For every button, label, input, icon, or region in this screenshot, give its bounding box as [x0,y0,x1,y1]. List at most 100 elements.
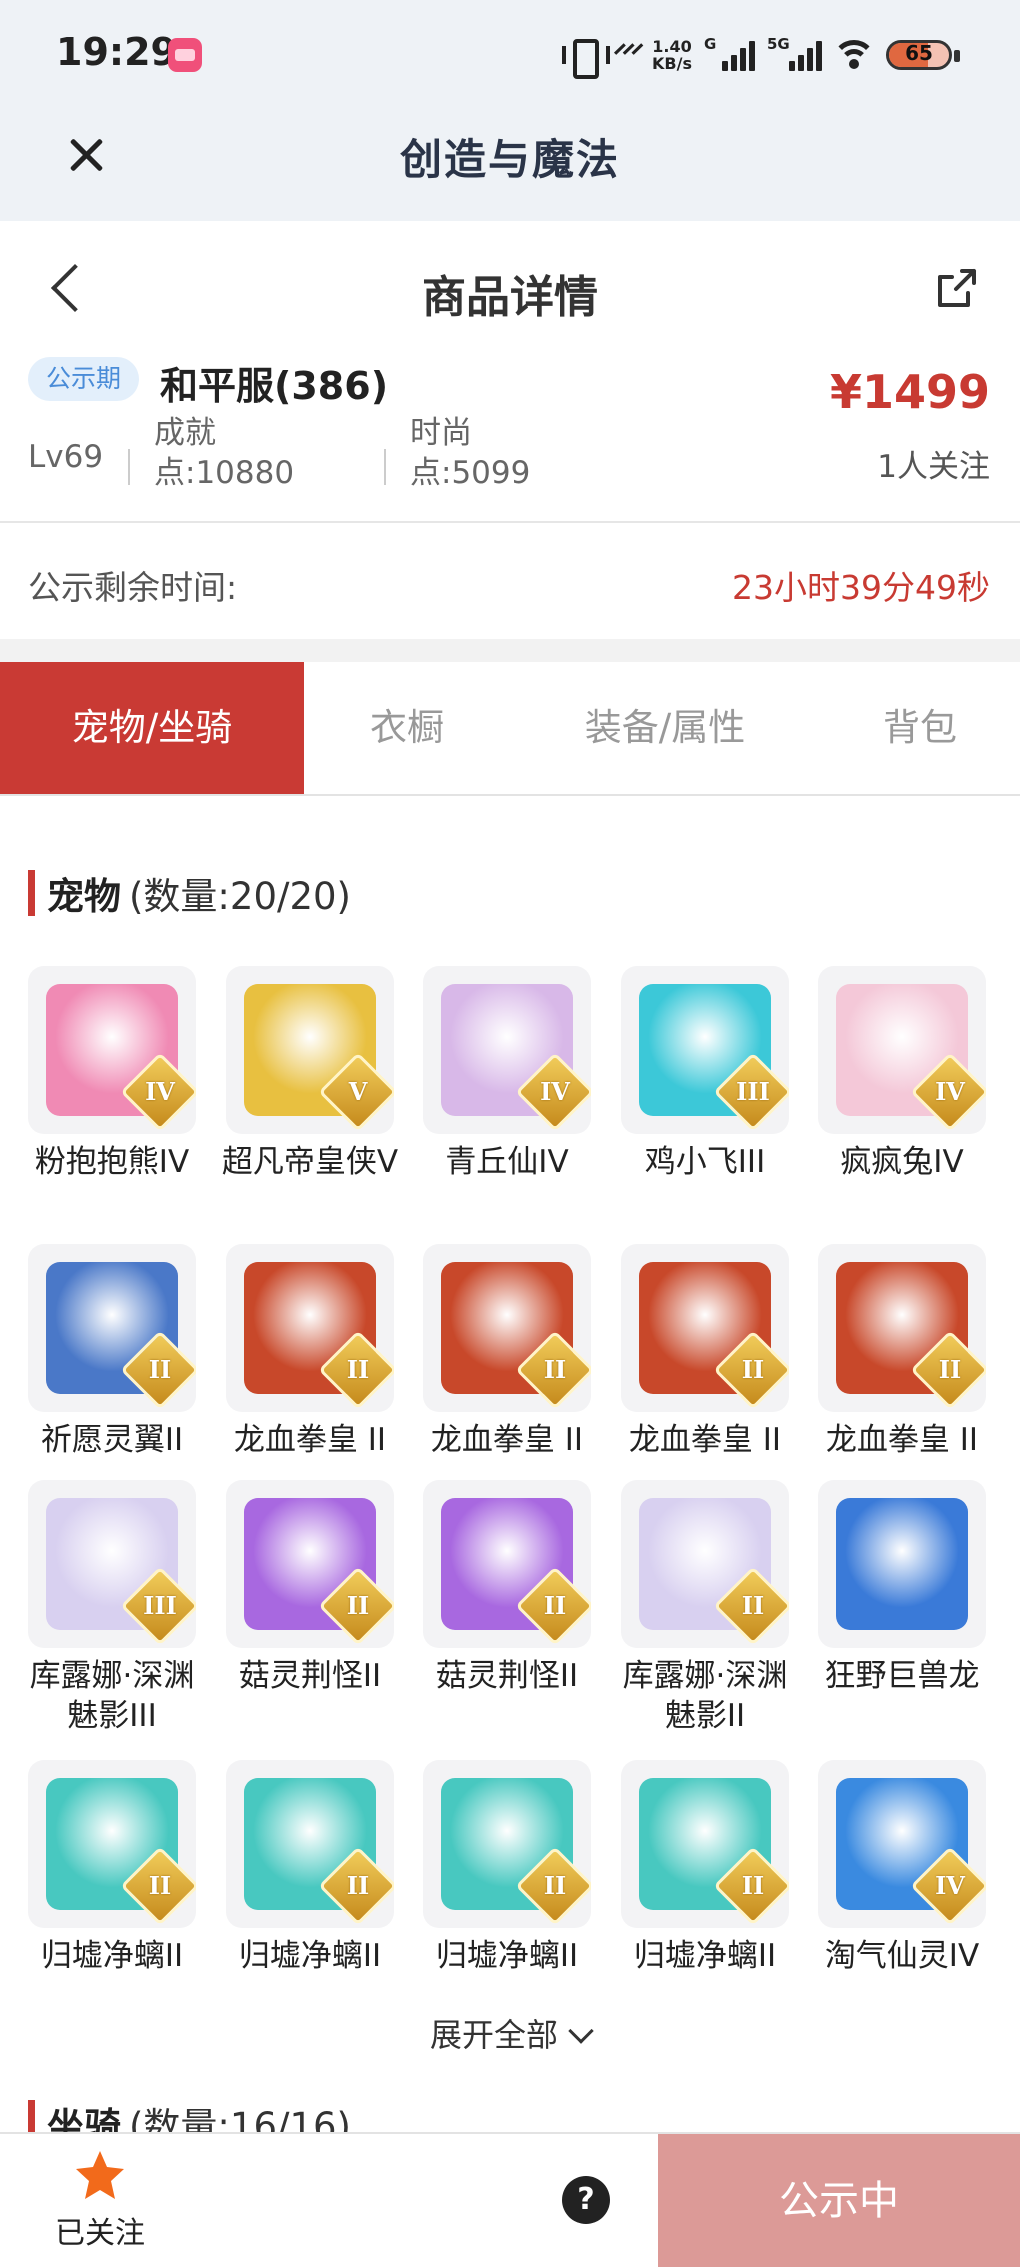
pet-card[interactable]: II 归墟净螭II [28,1760,196,1976]
pet-image: II [423,1244,591,1412]
pets-section-title: 宠物 (数量:20/20) [28,868,351,918]
signal-icon: G [704,35,755,71]
pet-name: 龙血拳皇 II [628,1422,782,1458]
pet-image: II [621,1244,789,1412]
pet-card[interactable]: II 归墟净螭II [423,1760,591,1976]
status-icons: ᐟᐟᐟ 1.40 KB/s G 5G 65 [561,30,960,80]
achievement-points: 成就 点:10880 [154,413,294,493]
pet-image: IV [423,966,591,1134]
pet-name: 龙血拳皇 II [430,1422,584,1458]
grade-badge-label: II [148,1355,172,1384]
pet-card[interactable]: II 菇灵荆怪II [226,1480,394,1696]
network-speed: 1.40 KB/s [652,38,692,72]
wifi-icon [834,38,874,72]
pet-card[interactable]: III 鸡小飞III [621,966,789,1182]
pet-name: 鸡小飞III [644,1144,766,1180]
status-badge: 公示期 [28,357,140,401]
pet-card[interactable]: II 归墟净螭II [226,1760,394,1976]
follower-count: 1人关注 [877,449,990,485]
share-icon[interactable] [932,265,980,313]
pet-image [818,1480,986,1648]
pet-card[interactable]: 狂野巨兽龙 [818,1480,986,1696]
follow-button[interactable]: 已关注 [40,2148,160,2258]
grade-badge-label: III [736,1077,770,1106]
expand-all-label: 展开全部 [429,2016,558,2054]
status-time: 19:29 [56,30,177,74]
status-bar: 19:29 ᐟᐟᐟ 1.40 KB/s G 5G 65 [0,0,1020,110]
fashion-label: 时尚 [410,415,472,451]
pet-image: III [28,1480,196,1648]
battery-icon: 65 [886,38,960,72]
pet-card[interactable]: IV 青丘仙IV [423,966,591,1182]
battery-level: 65 [905,41,933,65]
network-speed-value: 1.40 [652,37,692,56]
grade-badge-label: II [346,1355,370,1384]
pet-card[interactable]: IV 淘气仙灵IV [818,1760,986,1976]
pet-name: 超凡帝皇侠V [221,1144,399,1180]
pet-card[interactable]: III 库露娜·深渊魅影III [28,1480,196,1736]
page-nav: 商品详情 [0,221,1020,349]
grade-badge-label: II [543,1355,567,1384]
grade-badge-label: II [741,1871,765,1900]
pet-card[interactable]: II 龙血拳皇 II [226,1244,394,1460]
grade-badge-label: II [148,1871,172,1900]
notification-app-icon [168,38,202,72]
pet-image: III [621,966,789,1134]
chevron-down-icon [568,2018,594,2044]
pet-name: 粉抱抱熊IV [34,1144,190,1180]
pet-card[interactable]: V 超凡帝皇侠V [222,966,398,1182]
pet-name: 归墟净螭II [238,1938,382,1974]
signal-5g-icon: 5G [767,35,822,71]
pet-image: II [621,1760,789,1928]
pet-name: 祈愿灵翼II [40,1422,184,1458]
pet-card[interactable]: IV 疯疯兔IV [818,966,986,1182]
star-icon [72,2148,128,2204]
pet-name: 龙血拳皇 II [825,1422,979,1458]
pet-card[interactable]: IV 粉抱抱熊IV [28,966,196,1182]
achievement-value: 点:10880 [154,455,295,491]
fashion-value: 点:5099 [410,455,531,491]
tab-backpack[interactable]: 背包 [820,662,1020,794]
countdown-row: 公示剩余时间: 23小时39分49秒 [0,523,1020,639]
pet-name: 青丘仙IV [445,1144,569,1180]
tab-pets-mounts[interactable]: 宠物/坐骑 [0,662,304,794]
grade-badge-label: IV [935,1077,965,1106]
pet-card[interactable]: II 龙血拳皇 II [818,1244,986,1460]
pet-name: 龙血拳皇 II [233,1422,387,1458]
nfc-icon: ᐟᐟᐟ [613,37,644,73]
server-name: 和平服(386) [160,364,389,408]
pet-artwork [836,1498,968,1630]
pet-image: IV [28,966,196,1134]
pet-name: 库露娜·深渊魅影III [29,1658,195,1734]
pet-card[interactable]: II 龙血拳皇 II [621,1244,789,1460]
pets-title: 宠物 [47,875,121,918]
tab-bar: 宠物/坐骑 衣橱 装备/属性 背包 [0,662,1020,796]
grade-badge-label: II [741,1355,765,1384]
fashion-points: 时尚 点:5099 [410,413,530,493]
pet-image: II [226,1480,394,1648]
tab-equipment[interactable]: 装备/属性 [510,662,820,794]
pet-image: II [226,1244,394,1412]
pet-card[interactable]: II 祈愿灵翼II [28,1244,196,1460]
pet-image: II [28,1760,196,1928]
grade-badge-label: II [346,1591,370,1620]
app-title: 创造与魔法 [399,135,620,184]
top-area: 19:29 ᐟᐟᐟ 1.40 KB/s G 5G 65 创造与魔法 [0,0,1020,221]
follow-label: 已关注 [55,2216,145,2251]
pet-image: II [621,1480,789,1648]
page-title: 商品详情 [422,272,598,323]
expand-all-button[interactable]: 展开全部 [0,2010,1020,2056]
pet-card[interactable]: II 龙血拳皇 II [423,1244,591,1460]
grade-badge-label: II [346,1871,370,1900]
pet-card[interactable]: II 库露娜·深渊魅影II [621,1480,789,1736]
pet-card[interactable]: II 菇灵荆怪II [423,1480,591,1696]
pet-image: IV [818,1760,986,1928]
publicity-status-button[interactable]: 公示中 [658,2134,1020,2267]
grade-badge-label: II [938,1355,962,1384]
pet-name: 归墟净螭II [40,1938,184,1974]
signal-1-label: G [704,35,717,53]
tab-wardrobe[interactable]: 衣橱 [304,662,510,794]
help-icon[interactable]: ? [562,2176,610,2224]
pet-image: II [226,1760,394,1928]
pet-card[interactable]: II 归墟净螭II [621,1760,789,1976]
